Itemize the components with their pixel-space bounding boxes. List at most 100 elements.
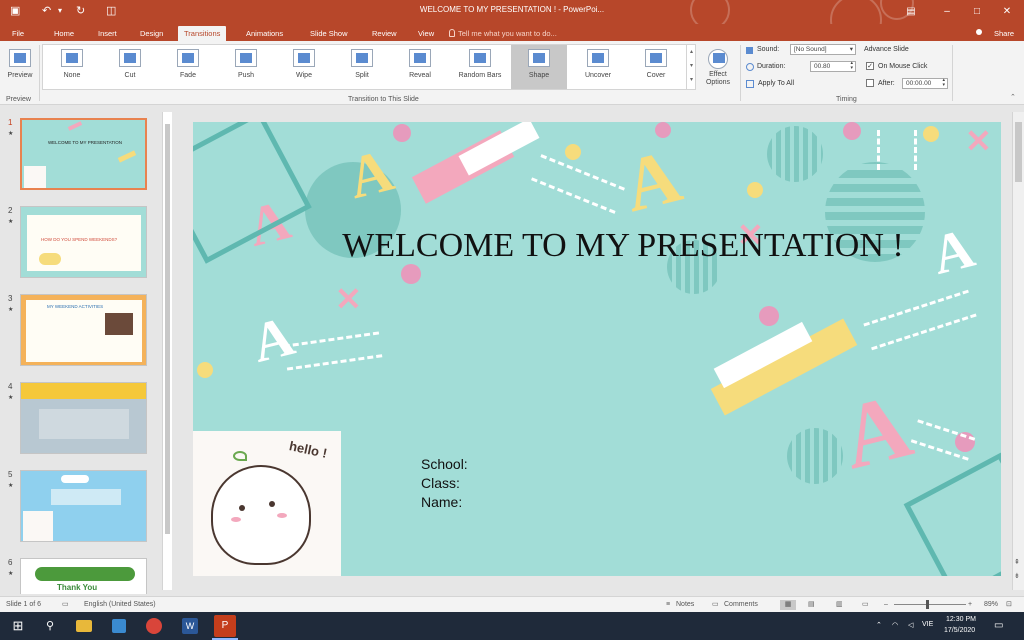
tell-me-input[interactable]: Tell me what you want to do...: [458, 26, 557, 41]
undo-icon[interactable]: ↶: [42, 4, 51, 18]
transition-none[interactable]: None: [43, 45, 101, 89]
tab-insert[interactable]: Insert: [92, 26, 123, 41]
zoom-slider[interactable]: [894, 604, 966, 605]
slide-thumbnail-1[interactable]: WELCOME TO MY PRESENTATION: [20, 118, 147, 190]
tab-review[interactable]: Review: [366, 26, 403, 41]
normal-view-button[interactable]: ▦: [780, 600, 796, 610]
transition-fade[interactable]: Fade: [159, 45, 217, 89]
slide-title[interactable]: WELCOME TO MY PRESENTATION !: [253, 227, 993, 265]
slide-scroll-thumb[interactable]: [1015, 122, 1022, 182]
language-indicator[interactable]: English (United States): [84, 600, 156, 610]
close-button[interactable]: ✕: [994, 2, 1020, 22]
zoom-slider-thumb[interactable]: [926, 600, 929, 609]
transition-reveal[interactable]: Reveal: [391, 45, 449, 89]
spinner-icon: ▴ ▾: [942, 77, 945, 88]
pink-dot-decoration: [759, 306, 779, 326]
undo-dropdown-icon[interactable]: ▾: [58, 4, 62, 18]
zoom-out-button[interactable]: –: [884, 600, 888, 610]
slide-number: 1: [8, 118, 13, 127]
slide-sorter-button[interactable]: ▤: [808, 600, 815, 610]
preview-button[interactable]: Preview: [2, 45, 38, 89]
wipe-transition-icon: [293, 49, 315, 67]
slide-thumbnail-4[interactable]: [20, 382, 147, 454]
ribbon-display-options-icon[interactable]: ▤: [898, 2, 924, 22]
gallery-scrollbar[interactable]: ▴ ▾ ▾: [686, 45, 696, 89]
next-slide-icon[interactable]: ⇟: [1014, 572, 1020, 580]
duration-field[interactable]: 00.80 ▴ ▾: [810, 61, 856, 72]
transition-wipe[interactable]: Wipe: [275, 45, 333, 89]
tab-file[interactable]: File: [6, 26, 30, 41]
tab-design[interactable]: Design: [134, 26, 169, 41]
thumb-5-cloud: [61, 475, 89, 483]
fit-slide-icon[interactable]: ⊡: [1006, 600, 1012, 610]
slide-thumbnail-6[interactable]: Thank You: [20, 558, 147, 594]
transition-push[interactable]: Push: [217, 45, 275, 89]
clock-time[interactable]: 12:30 PM: [946, 616, 976, 623]
slide-number: 2: [8, 206, 13, 215]
thumbnail-scroll-thumb[interactable]: [165, 124, 170, 534]
tray-volume-icon[interactable]: ◁: [908, 621, 913, 629]
pink-cross-decoration: ✕: [965, 123, 992, 159]
after-time-field[interactable]: 00:00.00 ▴ ▾: [902, 78, 948, 89]
file-explorer-icon[interactable]: [76, 620, 92, 632]
previous-slide-icon[interactable]: ⇞: [1014, 558, 1020, 566]
search-icon[interactable]: ⚲: [40, 616, 60, 636]
reading-view-button[interactable]: ▥: [836, 600, 843, 610]
minimize-button[interactable]: –: [934, 2, 960, 22]
transition-cover[interactable]: Cover: [627, 45, 685, 89]
title-bar-decoration: [830, 0, 882, 24]
title-bar: ▣ ↶ ▾ ↻ ◫ WELCOME TO MY PRESENTATION ! -…: [0, 0, 1024, 24]
collapse-ribbon-icon[interactable]: ⌃: [1010, 93, 1016, 101]
windows-start-icon[interactable]: ⊞: [8, 616, 28, 636]
tray-chevron-icon[interactable]: ⌃: [876, 621, 882, 629]
slide-thumbnail-3[interactable]: MY WEEKEND ACTIVITIES: [20, 294, 147, 366]
student-info-text[interactable]: School: Class: Name:: [421, 455, 468, 512]
on-mouse-click-checkbox[interactable]: ✓: [866, 62, 874, 70]
sound-dropdown[interactable]: [No Sound] ▾: [790, 44, 856, 55]
tab-view[interactable]: View: [412, 26, 440, 41]
ribbon-tab-bar: File Home Insert Design Transitions Anim…: [0, 24, 1024, 41]
transition-shape[interactable]: Shape: [511, 45, 567, 89]
tab-animations[interactable]: Animations: [240, 26, 289, 41]
character-eye-left: [239, 505, 245, 511]
name-label: Name:: [421, 494, 463, 510]
notes-icon: ≡: [666, 601, 671, 608]
slide-thumbnail-5[interactable]: [20, 470, 147, 542]
current-slide[interactable]: ✕ ✕ ✕ A A A A A A WELCOME TO MY PRESENTA…: [193, 122, 1001, 576]
transition-random-bars[interactable]: Random Bars: [449, 45, 511, 89]
zoom-in-button[interactable]: +: [968, 600, 972, 610]
spell-check-icon[interactable]: ▭: [62, 600, 69, 610]
maximize-button[interactable]: □: [964, 2, 990, 22]
share-button[interactable]: Share: [994, 26, 1014, 41]
comments-button[interactable]: Comments: [724, 600, 758, 610]
clock-date[interactable]: 17/5/2020: [944, 627, 975, 634]
notification-icon[interactable]: ▭: [994, 620, 1003, 631]
after-checkbox[interactable]: [866, 79, 874, 87]
powerpoint-taskbar-icon[interactable]: P: [214, 615, 236, 637]
preview-group-label: Preview: [6, 96, 31, 103]
zoom-level[interactable]: 89%: [984, 600, 998, 610]
chrome-icon[interactable]: [146, 618, 162, 634]
effect-options-button[interactable]: Effect Options: [700, 45, 736, 89]
tab-slide-show[interactable]: Slide Show: [304, 26, 354, 41]
thumbnail-scrollbar[interactable]: [162, 112, 172, 590]
slide-scrollbar[interactable]: ⇞ ⇟: [1012, 112, 1024, 590]
notes-button[interactable]: Notes: [676, 600, 694, 610]
input-language[interactable]: VIE: [922, 621, 933, 628]
cut-transition-icon: [119, 49, 141, 67]
tab-home[interactable]: Home: [48, 26, 80, 41]
tab-transitions[interactable]: Transitions: [178, 26, 227, 41]
store-icon[interactable]: [112, 619, 126, 633]
save-icon[interactable]: ▣: [10, 4, 20, 18]
transition-split[interactable]: Split: [333, 45, 391, 89]
tray-network-icon[interactable]: ◠: [892, 621, 898, 629]
transition-uncover[interactable]: Uncover: [569, 45, 627, 89]
slideshow-from-start-icon[interactable]: ◫: [106, 4, 116, 18]
word-icon[interactable]: W: [182, 618, 198, 634]
transition-cut[interactable]: Cut: [101, 45, 159, 89]
apply-to-all-button[interactable]: Apply To All: [758, 80, 794, 87]
slide-thumbnail-2[interactable]: HOW DO YOU SPEND WEEKENDS?: [20, 206, 147, 278]
hello-character-image[interactable]: hello !: [193, 431, 341, 576]
redo-icon[interactable]: ↻: [76, 4, 85, 18]
slideshow-view-button[interactable]: ▭: [862, 600, 869, 610]
